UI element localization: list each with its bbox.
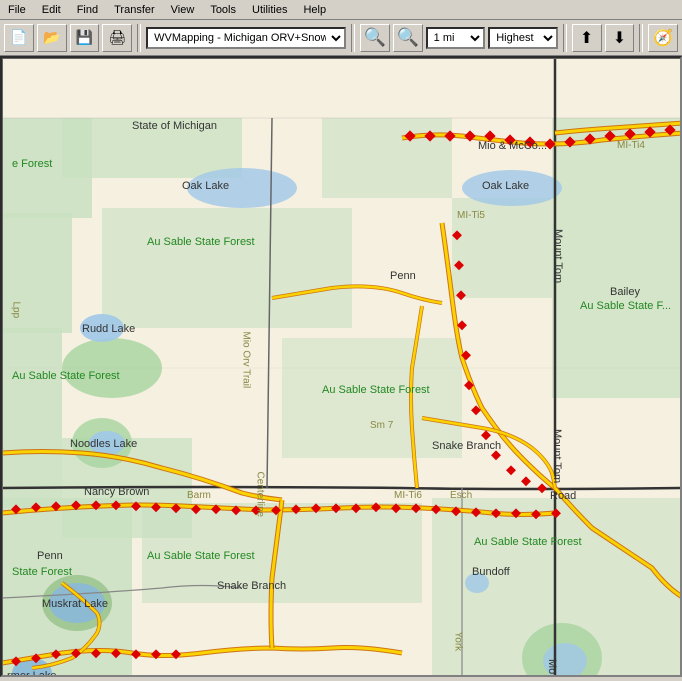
- menu-tools[interactable]: Tools: [206, 3, 240, 17]
- download-button[interactable]: ⬇: [605, 24, 635, 52]
- toolbar: 📄 📂 💾 🖨 WVMapping - Michigan ORV+Snowmob…: [0, 20, 682, 56]
- label-parking-mio: Parking - Mio: [114, 676, 196, 677]
- quality-dropdown[interactable]: Highest: [488, 27, 558, 49]
- scale-dropdown[interactable]: 1 mi: [426, 27, 486, 49]
- zoom-out-button[interactable]: 🔍: [393, 24, 423, 52]
- map-container[interactable]: State of Michigan e Forest Oak Lake Au S…: [0, 56, 682, 677]
- map-source-dropdown[interactable]: WVMapping - Michigan ORV+Snowmobile: [146, 27, 346, 49]
- menu-help[interactable]: Help: [299, 3, 330, 17]
- map-svg: [2, 58, 680, 675]
- menu-transfer[interactable]: Transfer: [110, 3, 159, 17]
- separator-1: [137, 24, 141, 52]
- separator-4: [639, 24, 643, 52]
- upload-button[interactable]: ⬆: [572, 24, 602, 52]
- menu-find[interactable]: Find: [73, 3, 102, 17]
- save-button[interactable]: 💾: [70, 24, 100, 52]
- open-button[interactable]: 📂: [37, 24, 67, 52]
- menu-file[interactable]: File: [4, 3, 30, 17]
- separator-3: [563, 24, 567, 52]
- menu-view[interactable]: View: [167, 3, 199, 17]
- zoom-in-button[interactable]: 🔍: [360, 24, 390, 52]
- menubar: File Edit Find Transfer View Tools Utili…: [0, 0, 682, 20]
- menu-utilities[interactable]: Utilities: [248, 3, 291, 17]
- print-button[interactable]: 🖨: [102, 24, 132, 52]
- gps-button[interactable]: 🧭: [648, 24, 678, 52]
- separator-2: [351, 24, 355, 52]
- new-button[interactable]: 📄: [4, 24, 34, 52]
- menu-edit[interactable]: Edit: [38, 3, 65, 17]
